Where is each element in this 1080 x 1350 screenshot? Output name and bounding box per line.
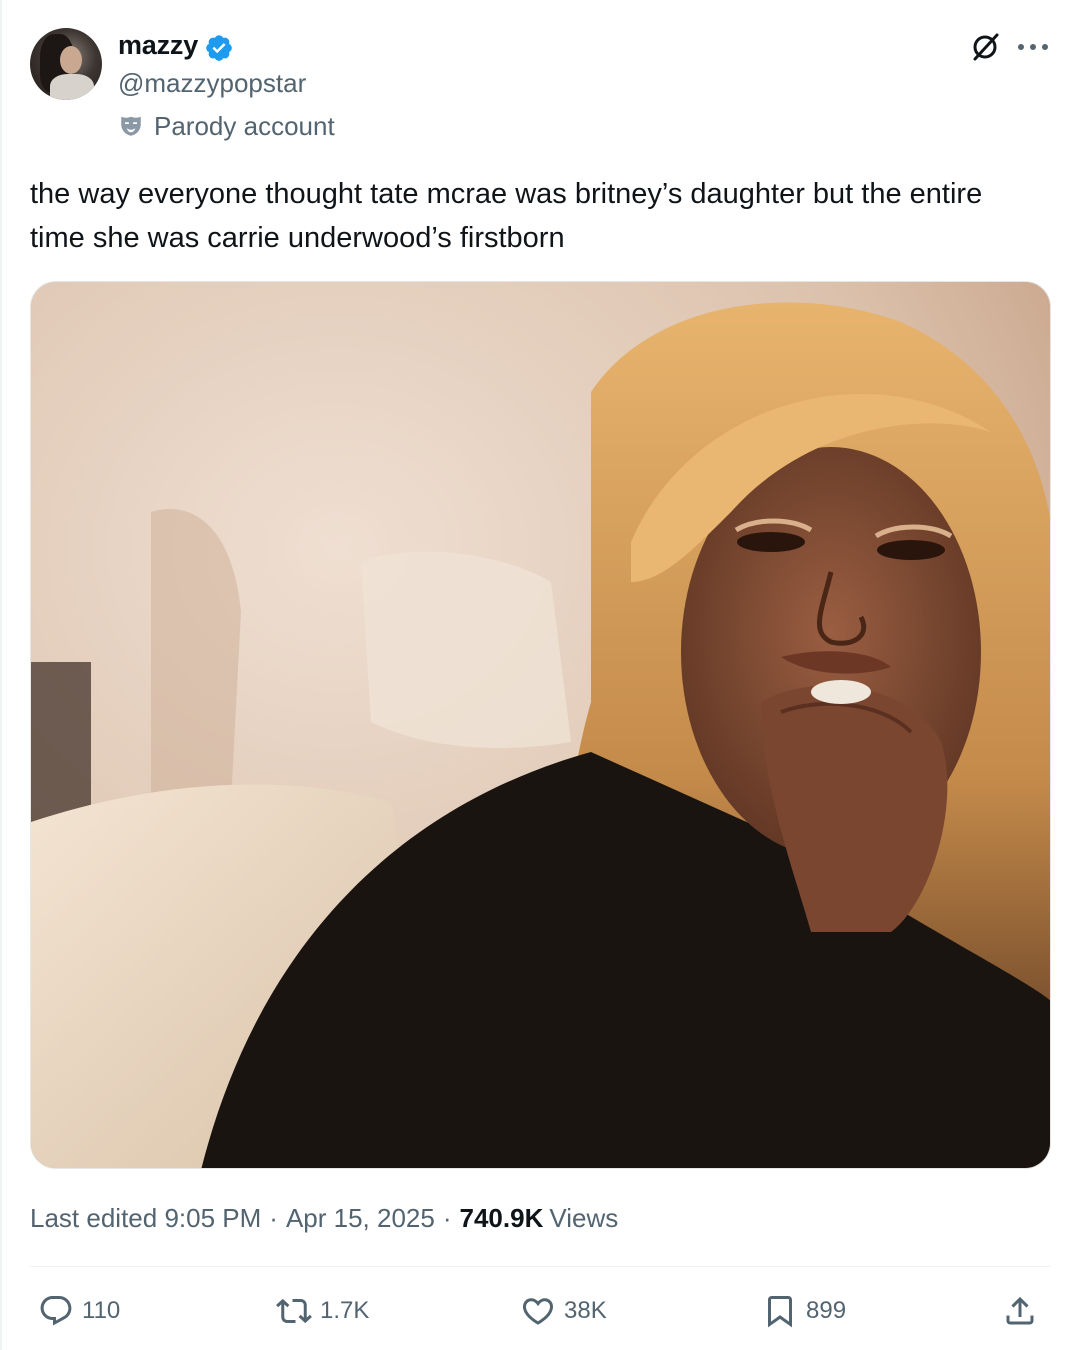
tweet-media-image[interactable] (30, 281, 1051, 1169)
share-icon (1006, 1296, 1034, 1325)
grok-icon[interactable] (968, 30, 1002, 64)
like-count: 38K (564, 1297, 607, 1324)
edited-prefix[interactable]: Last edited (30, 1203, 157, 1234)
meta-separator: · (442, 1202, 452, 1233)
verified-badge-icon[interactable] (204, 33, 234, 63)
handle[interactable]: @mazzypopstar (118, 68, 306, 99)
repost-count: 1.7K (320, 1297, 370, 1324)
parody-label: Parody account (118, 110, 335, 142)
avatar-face (60, 46, 82, 74)
tweet-time[interactable]: 9:05 PM (164, 1203, 261, 1234)
tweet-date[interactable]: Apr 15, 2025 (286, 1203, 435, 1234)
divider (30, 1266, 1051, 1267)
reply-count: 110 (82, 1297, 121, 1324)
page-edge (0, 0, 2, 1350)
repost-icon (276, 1298, 312, 1324)
bookmark-icon (768, 1296, 792, 1328)
display-name[interactable]: mazzy (118, 30, 198, 61)
like-button[interactable]: 38K (520, 1290, 607, 1332)
reply-button[interactable]: 110 (38, 1290, 120, 1332)
avatar-body (50, 74, 94, 100)
repost-button[interactable]: 1.7K (276, 1290, 369, 1332)
share-button[interactable] (1002, 1290, 1046, 1332)
more-icon[interactable] (1016, 40, 1050, 54)
bookmark-count: 899 (806, 1297, 847, 1324)
bookmark-button[interactable]: 899 (762, 1290, 846, 1332)
tweet-metadata: Last edited 9:05 PM · Apr 15, 2025 · 740… (30, 1200, 618, 1236)
views-label[interactable]: Views (549, 1203, 618, 1234)
views-count[interactable]: 740.9K (460, 1203, 544, 1234)
tweet-text: the way everyone thought tate mcrae was … (30, 178, 983, 254)
meta-separator: · (269, 1202, 278, 1233)
parody-text: Parody account (154, 110, 335, 141)
mask-icon (121, 116, 141, 136)
heart-icon (522, 1298, 554, 1325)
reply-icon (40, 1296, 72, 1326)
avatar[interactable] (30, 28, 102, 100)
crying-woman-meme-photo (31, 282, 1050, 1168)
